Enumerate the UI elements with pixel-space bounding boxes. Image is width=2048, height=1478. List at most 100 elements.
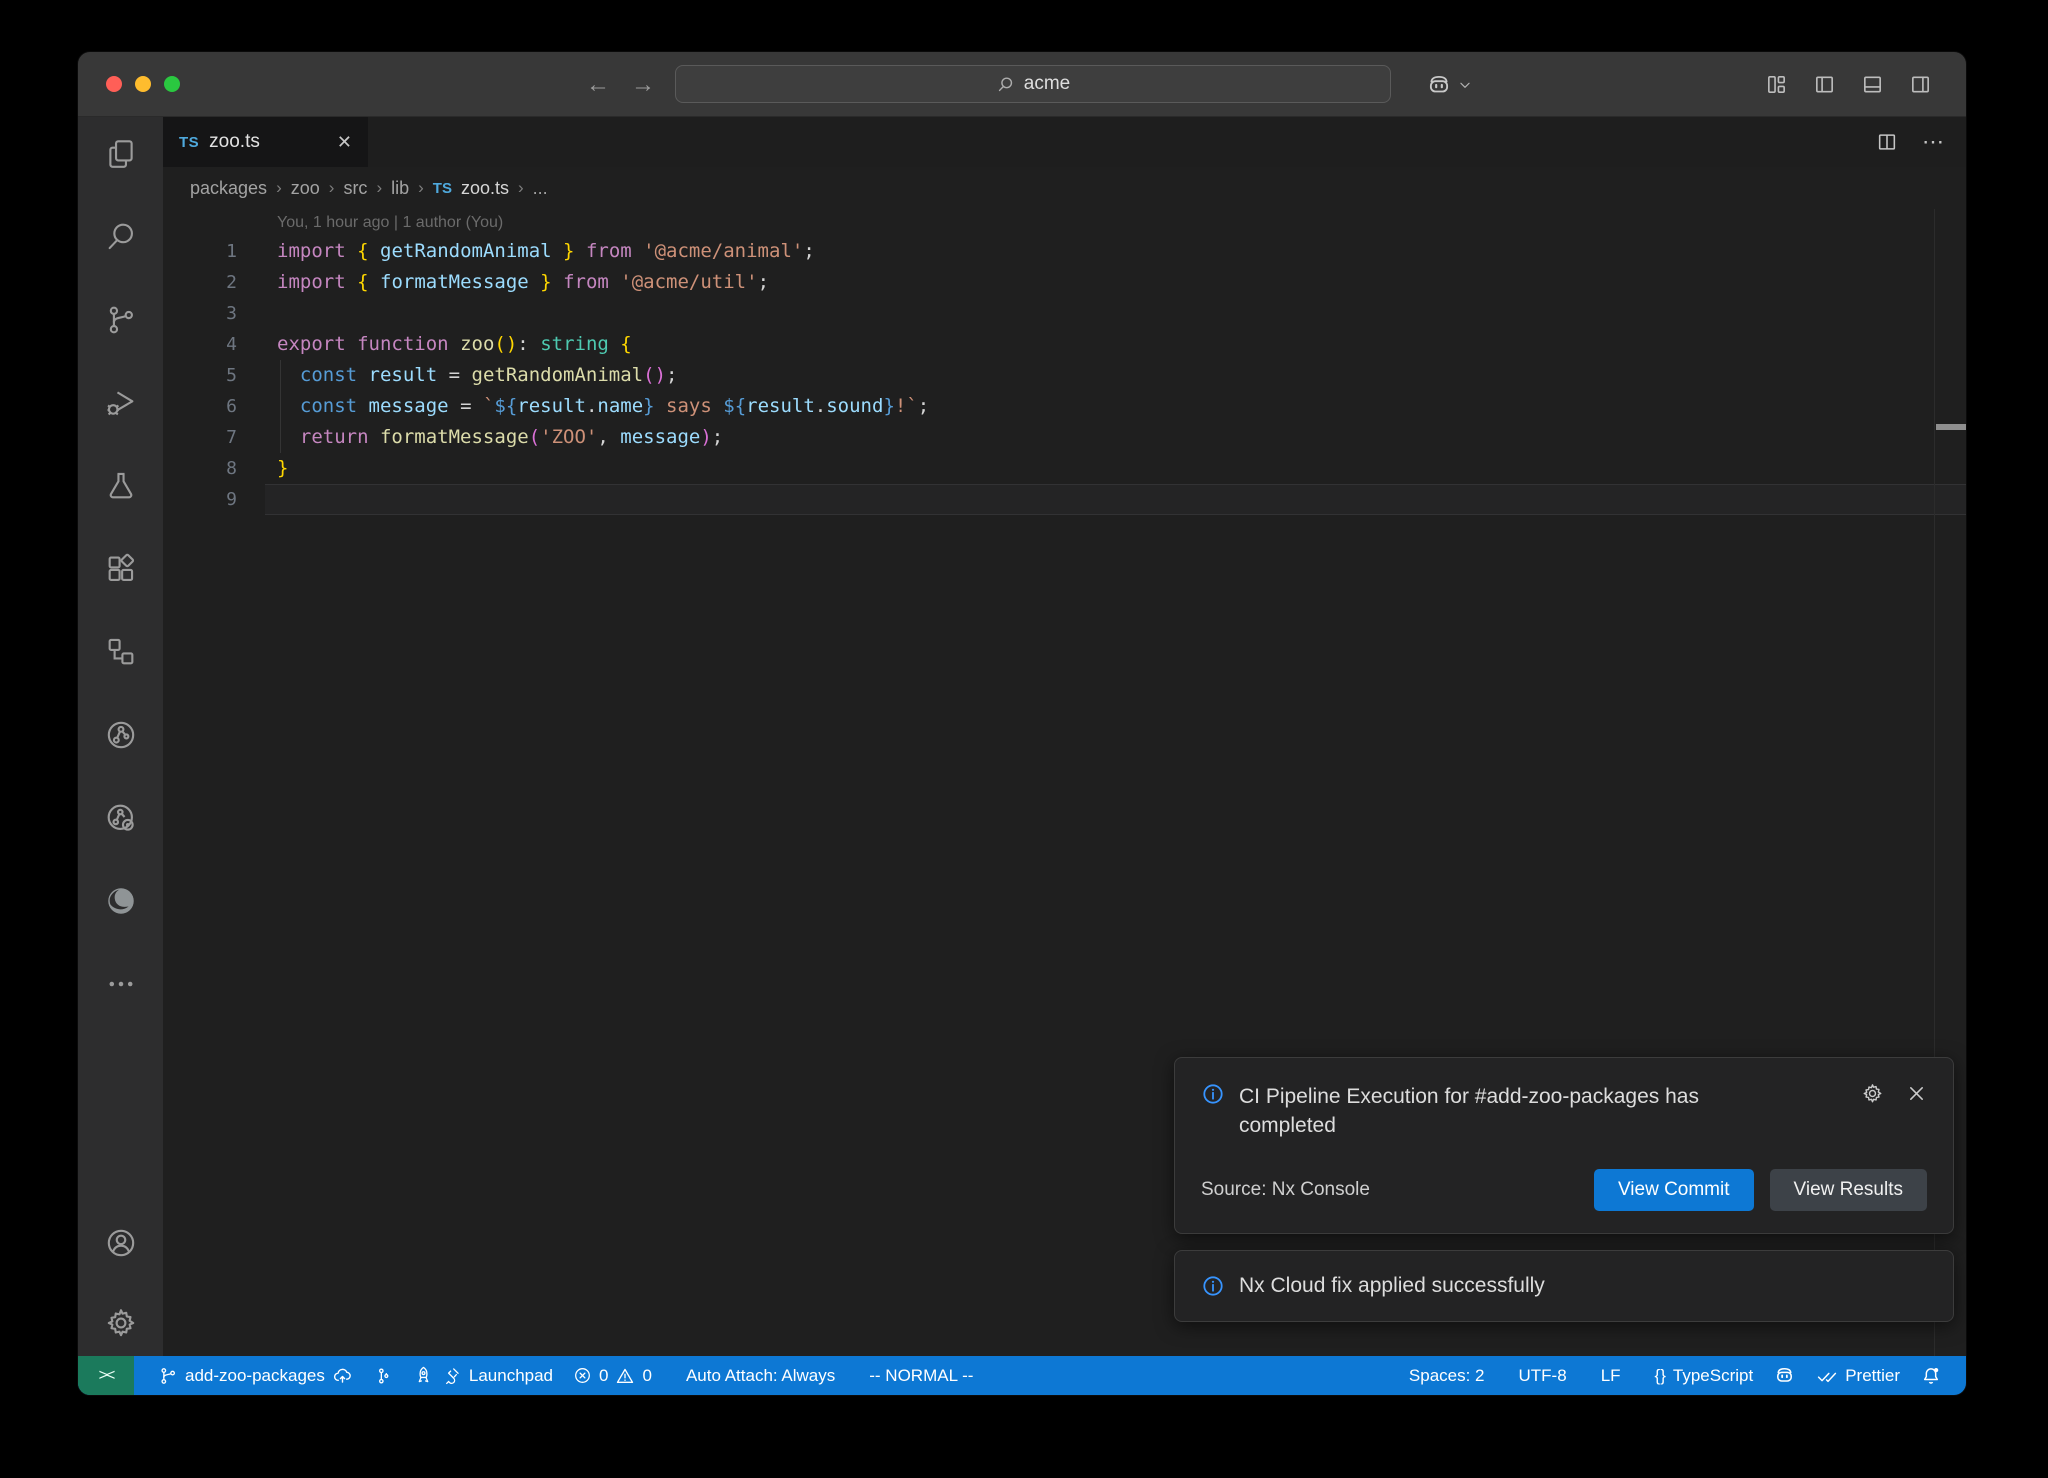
plug-icon	[441, 1365, 462, 1386]
blame-annotation[interactable]: You, 1 hour ago | 1 author (You)	[163, 209, 1966, 236]
status-bar: >< add-zoo-packages Launchpad 0 0	[78, 1356, 1966, 1395]
notification-close-icon[interactable]	[1906, 1083, 1927, 1104]
zoom-window-button[interactable]	[164, 76, 180, 92]
breadcrumb-item[interactable]: zoo	[291, 178, 320, 199]
explorer-icon[interactable]	[104, 137, 138, 171]
breadcrumb-file[interactable]: zoo.ts	[461, 178, 509, 199]
back-button[interactable]: ←	[581, 52, 615, 117]
line-number: 6	[163, 391, 237, 422]
source-control-icon[interactable]	[104, 303, 138, 337]
line-number: 7	[163, 422, 237, 453]
encoding-status-item[interactable]: UTF-8	[1509, 1356, 1577, 1395]
copilot-icon[interactable]	[1426, 72, 1452, 98]
customize-layout-icon[interactable]	[1765, 73, 1788, 96]
notifications-bell-item[interactable]	[1910, 1356, 1952, 1395]
git-actions-item[interactable]	[363, 1356, 403, 1395]
breadcrumb-separator: ›	[518, 178, 524, 198]
git-branch-icon	[158, 1366, 178, 1386]
copilot-icon	[1773, 1364, 1796, 1387]
run-debug-icon[interactable]	[104, 386, 138, 420]
breadcrumb-separator: ›	[276, 178, 282, 198]
notification-settings-icon[interactable]	[1861, 1082, 1884, 1105]
more-views-icon[interactable]	[104, 967, 138, 1001]
info-icon	[1201, 1082, 1225, 1106]
launchpad-status-item[interactable]: Launchpad	[403, 1356, 563, 1395]
extensions-icon[interactable]	[104, 552, 138, 586]
code-line[interactable]: 1import { getRandomAnimal } from '@acme/…	[163, 236, 1966, 267]
project-hierarchy-icon[interactable]	[104, 635, 138, 669]
activity-bar	[78, 117, 163, 1356]
copilot-status-item[interactable]	[1763, 1356, 1806, 1395]
breadcrumb-separator: ›	[418, 178, 424, 198]
line-number: 2	[163, 267, 237, 298]
notification-message: CI Pipeline Execution for #add-zoo-packa…	[1239, 1082, 1739, 1142]
tab-zoo-ts[interactable]: TS zoo.ts ✕	[163, 117, 368, 167]
breadcrumb-item[interactable]: packages	[190, 178, 267, 199]
publish-cloud-icon	[332, 1365, 353, 1386]
error-icon	[573, 1366, 592, 1385]
warning-icon	[615, 1366, 635, 1386]
code-line[interactable]: 8}	[163, 453, 1966, 484]
auto-attach-status-item[interactable]: Auto Attach: Always	[676, 1356, 845, 1395]
code-line[interactable]: 6 const message = `${result.name} says $…	[163, 391, 1966, 422]
toggle-panel-icon[interactable]	[1861, 73, 1884, 96]
code-line[interactable]: 2import { formatMessage } from '@acme/ut…	[163, 267, 1966, 298]
code-line[interactable]: 9	[163, 484, 1966, 515]
notification-ci-pipeline: CI Pipeline Execution for #add-zoo-packa…	[1174, 1057, 1954, 1235]
overview-ruler-cursor	[1936, 424, 1966, 430]
forward-button[interactable]: →	[626, 52, 660, 117]
command-center-search[interactable]: acme	[675, 65, 1391, 103]
editor-more-actions-icon[interactable]: ⋯	[1922, 129, 1944, 155]
breadcrumb-item[interactable]: lib	[391, 178, 409, 199]
formatter-status-item[interactable]: Prettier	[1806, 1356, 1910, 1395]
brackets-icon: {}	[1655, 1366, 1666, 1386]
code-line[interactable]: 5 const result = getRandomAnimal();	[163, 360, 1966, 391]
breadcrumb-separator: ›	[376, 178, 382, 198]
typescript-file-icon: TS	[179, 134, 199, 151]
problems-status-item[interactable]: 0 0	[563, 1356, 662, 1395]
account-icon[interactable]	[104, 1226, 138, 1260]
code-line[interactable]: 3	[163, 298, 1966, 329]
line-number: 3	[163, 298, 237, 329]
view-commit-button[interactable]: View Commit	[1594, 1169, 1754, 1211]
line-number: 4	[163, 329, 237, 360]
chevron-down-icon[interactable]	[1458, 78, 1472, 92]
testing-icon[interactable]	[104, 469, 138, 503]
breadcrumb: packages› zoo› src› lib› TS zoo.ts› ...	[163, 167, 1966, 209]
indentation-status-item[interactable]: Spaces: 2	[1399, 1356, 1495, 1395]
notification-message: Nx Cloud fix applied successfully	[1239, 1271, 1545, 1301]
line-number: 9	[163, 484, 237, 515]
eol-status-item[interactable]: LF	[1591, 1356, 1631, 1395]
double-check-icon	[1816, 1365, 1838, 1387]
toggle-secondary-sidebar-icon[interactable]	[1909, 73, 1932, 96]
rocket-icon	[413, 1365, 434, 1386]
line-number: 1	[163, 236, 237, 267]
nx-console-icon[interactable]	[104, 718, 138, 752]
tab-bar: TS zoo.ts ✕ ⋯	[163, 117, 1966, 167]
split-editor-icon[interactable]	[1876, 131, 1898, 153]
nx-project-graph-icon[interactable]	[104, 801, 138, 835]
vim-mode-status-item[interactable]: -- NORMAL --	[859, 1356, 983, 1395]
bell-icon	[1920, 1365, 1942, 1387]
branch-status-item[interactable]: add-zoo-packages	[148, 1356, 363, 1395]
edge-browser-icon[interactable]	[104, 884, 138, 918]
code-line[interactable]: 7 return formatMessage('ZOO', message);	[163, 422, 1966, 453]
view-results-button[interactable]: View Results	[1770, 1169, 1927, 1211]
toggle-primary-sidebar-icon[interactable]	[1813, 73, 1836, 96]
settings-gear-icon[interactable]	[104, 1306, 138, 1340]
vscode-window: ← → acme	[78, 52, 1966, 1395]
close-tab-icon[interactable]: ✕	[337, 132, 352, 153]
search-icon	[996, 75, 1015, 94]
close-window-button[interactable]	[106, 76, 122, 92]
remote-indicator[interactable]: ><	[78, 1356, 134, 1395]
breadcrumb-more[interactable]: ...	[533, 178, 548, 199]
search-value: acme	[1024, 73, 1070, 95]
breadcrumb-item[interactable]: src	[343, 178, 367, 199]
commit-graph-icon	[373, 1366, 393, 1386]
minimize-window-button[interactable]	[135, 76, 151, 92]
language-status-item[interactable]: {} TypeScript	[1645, 1356, 1764, 1395]
code-line[interactable]: 4export function zoo(): string {	[163, 329, 1966, 360]
search-view-icon[interactable]	[104, 220, 138, 254]
info-icon	[1201, 1274, 1225, 1298]
notification-toasts: CI Pipeline Execution for #add-zoo-packa…	[1174, 1057, 1954, 1322]
